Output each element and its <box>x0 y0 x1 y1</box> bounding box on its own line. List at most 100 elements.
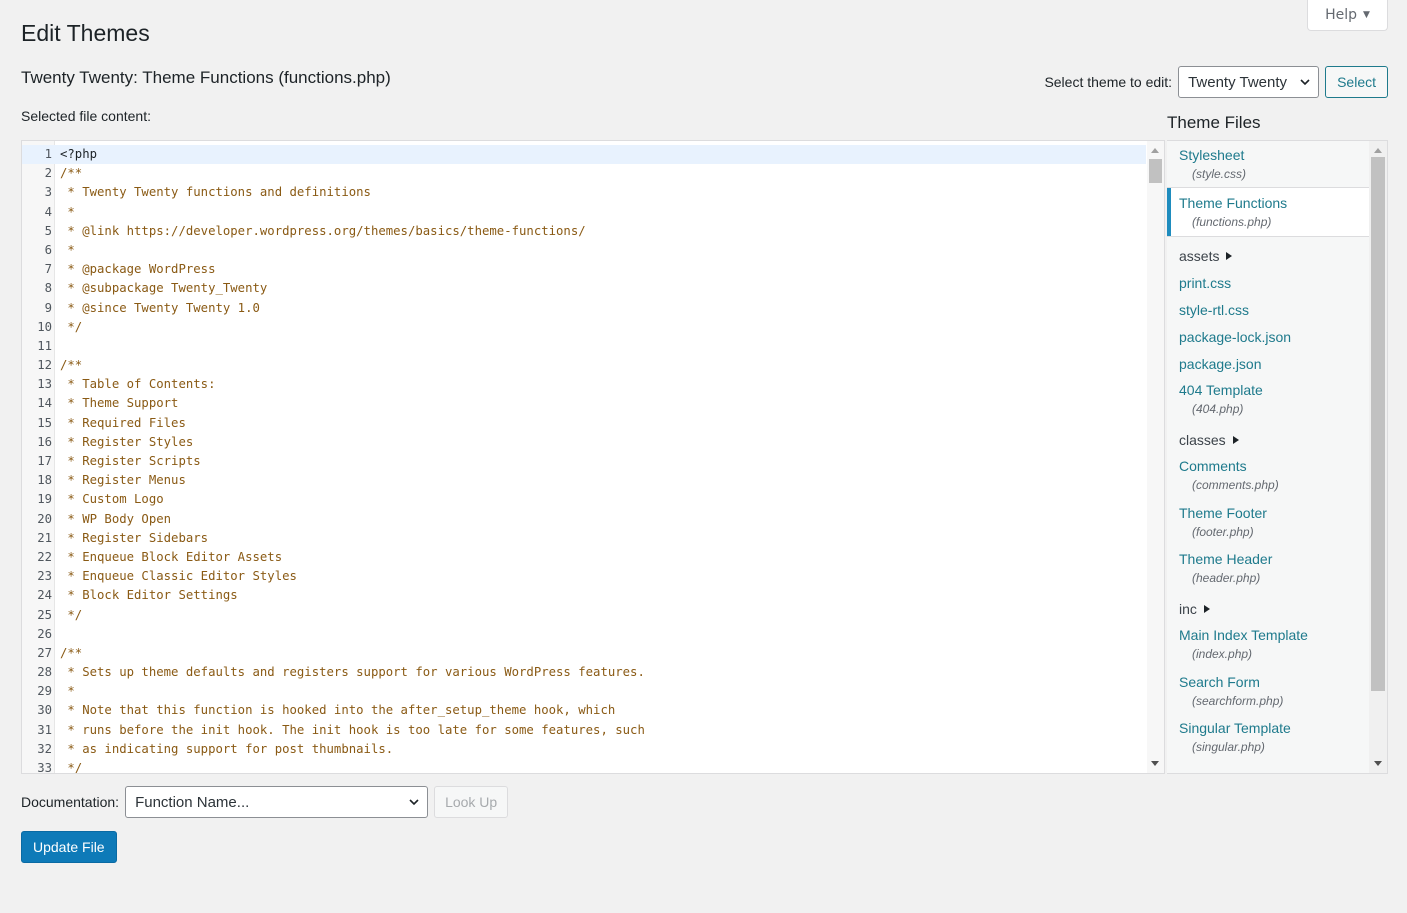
editor-scrollbar[interactable] <box>1147 141 1164 773</box>
file-print-css[interactable]: print.css <box>1167 275 1369 291</box>
code-line[interactable]: 4 * <box>22 203 1146 222</box>
expand-arrow-icon[interactable] <box>1203 605 1210 613</box>
folder-name: assets <box>1179 248 1369 264</box>
code-line[interactable]: 26 <box>22 625 1146 644</box>
file-package-lock-json[interactable]: package-lock.json <box>1167 329 1369 345</box>
file-label: Search Form <box>1179 674 1369 690</box>
code-line[interactable]: 30 * Note that this function is hooked i… <box>22 701 1146 720</box>
folder-classes[interactable]: classes <box>1167 432 1369 448</box>
code-line[interactable]: 32 * as indicating support for post thum… <box>22 740 1146 759</box>
item-name: print.css <box>1179 275 1232 291</box>
code-line[interactable]: 33 */ <box>22 759 1146 773</box>
code-text: * Register Styles <box>60 434 194 449</box>
file-label: style-rtl.css <box>1179 302 1369 318</box>
line-number: 27 <box>37 645 52 660</box>
code-line[interactable]: 21 * Register Sidebars <box>22 529 1146 548</box>
select-theme-button[interactable]: Select <box>1325 66 1388 98</box>
file-404-template[interactable]: 404 Template (404.php) <box>1167 382 1369 416</box>
code-line[interactable]: 31 * runs before the init hook. The init… <box>22 721 1146 740</box>
line-number: 30 <box>37 703 52 718</box>
line-number: 32 <box>37 741 52 756</box>
theme-select-label: Select theme to edit: <box>1044 74 1173 90</box>
code-line[interactable]: 23 * Enqueue Classic Editor Styles <box>22 567 1146 586</box>
scroll-down-arrow-icon[interactable] <box>1151 761 1159 766</box>
function-name-dropdown[interactable]: Function Name... <box>125 786 429 818</box>
code-text: /** <box>60 358 83 373</box>
code-line[interactable]: 20 * WP Body Open <box>22 510 1146 529</box>
code-text: * Block Editor Settings <box>60 588 238 603</box>
line-number: 9 <box>44 300 52 315</box>
file-title: Twenty Twenty: Theme Functions (function… <box>21 68 391 87</box>
code-line[interactable]: 1 <?php <box>22 145 1146 165</box>
code-line[interactable]: 16 * Register Styles <box>22 433 1146 452</box>
line-number: 5 <box>44 223 52 238</box>
chevron-down-icon <box>409 799 419 806</box>
folder-name: inc <box>1179 601 1369 617</box>
line-number: 18 <box>37 473 52 488</box>
code-text: * @subpackage Twenty_Twenty <box>60 281 268 296</box>
scroll-down-arrow-icon[interactable] <box>1374 761 1382 766</box>
code-text: * runs before the init hook. The init ho… <box>60 722 645 737</box>
file-label: 404 Template <box>1179 382 1369 398</box>
code-line[interactable]: 8 * @subpackage Twenty_Twenty <box>22 279 1146 298</box>
look-up-button[interactable]: Look Up <box>434 786 509 818</box>
code-line[interactable]: 24 * Block Editor Settings <box>22 586 1146 605</box>
code-line[interactable]: 13 * Table of Contents: <box>22 375 1146 394</box>
file-style-rtl-css[interactable]: style-rtl.css <box>1167 302 1369 318</box>
expand-arrow-icon[interactable] <box>1226 252 1233 260</box>
code-line[interactable]: 7 * @package WordPress <box>22 260 1146 279</box>
code-line[interactable]: 12 /** <box>22 356 1146 375</box>
file-main-index-template[interactable]: Main Index Template (index.php) <box>1167 627 1369 661</box>
code-line[interactable]: 27 /** <box>22 644 1146 663</box>
file-stylesheet[interactable]: Stylesheet (style.css) <box>1167 147 1369 181</box>
code-line[interactable]: 9 * @since Twenty Twenty 1.0 <box>22 299 1146 318</box>
editor-scrollbar-thumb[interactable] <box>1149 159 1162 183</box>
file-singular-template[interactable]: Singular Template (singular.php) <box>1167 720 1369 754</box>
item-name: Theme Footer <box>1179 505 1267 521</box>
file-label: Main Index Template <box>1179 627 1369 643</box>
line-number: 16 <box>37 434 52 449</box>
code-line[interactable]: 17 * Register Scripts <box>22 452 1146 471</box>
file-package-json[interactable]: package.json <box>1167 356 1369 372</box>
code-line[interactable]: 2 /** <box>22 164 1146 183</box>
line-number: 13 <box>37 377 52 392</box>
line-number: 7 <box>44 262 52 277</box>
folder-assets[interactable]: assets <box>1167 248 1369 264</box>
file-tree-scrollbar-thumb[interactable] <box>1371 157 1385 691</box>
file-comments[interactable]: Comments (comments.php) <box>1167 458 1369 492</box>
code-line[interactable]: 25 */ <box>22 606 1146 625</box>
code-lines[interactable]: 1 <?php 2 /** 3 * Twenty Twenty functions an… <box>22 145 1146 773</box>
update-file-button[interactable]: Update File <box>21 831 117 863</box>
code-line[interactable]: 11 <box>22 337 1146 356</box>
scroll-up-arrow-icon[interactable] <box>1374 148 1382 153</box>
scroll-up-arrow-icon[interactable] <box>1151 148 1159 153</box>
file-tree-scrollbar[interactable] <box>1369 141 1387 773</box>
code-line[interactable]: 19 * Custom Logo <box>22 490 1146 509</box>
file-theme-footer[interactable]: Theme Footer (footer.php) <box>1167 505 1369 539</box>
code-line[interactable]: 22 * Enqueue Block Editor Assets <box>22 548 1146 567</box>
file-theme-header[interactable]: Theme Header (header.php) <box>1167 551 1369 585</box>
code-line[interactable]: 18 * Register Menus <box>22 471 1146 490</box>
item-name: Search Form <box>1179 674 1260 690</box>
line-number: 14 <box>37 396 52 411</box>
code-editor[interactable]: 1 <?php 2 /** 3 * Twenty Twenty functions an… <box>21 140 1165 774</box>
help-tab-button[interactable]: Help ▼ <box>1307 0 1388 31</box>
code-line[interactable]: 10 */ <box>22 318 1146 337</box>
expand-arrow-icon[interactable] <box>1232 436 1239 444</box>
caret-down-icon: ▼ <box>1363 10 1370 20</box>
code-line[interactable]: 3 * Twenty Twenty functions and definiti… <box>22 183 1146 202</box>
folder-inc[interactable]: inc <box>1167 601 1369 617</box>
function-name-placeholder: Function Name... <box>135 793 250 811</box>
code-line[interactable]: 29 * <box>22 682 1146 701</box>
line-number: 2 <box>44 166 52 181</box>
file-label: Singular Template <box>1179 720 1369 736</box>
code-line[interactable]: 5 * @link https://developer.wordpress.or… <box>22 222 1146 241</box>
code-line[interactable]: 15 * Required Files <box>22 414 1146 433</box>
code-line[interactable]: 28 * Sets up theme defaults and register… <box>22 663 1146 682</box>
file-theme-functions[interactable]: Theme Functions (functions.php) <box>1167 188 1369 236</box>
file-search-form[interactable]: Search Form (searchform.php) <box>1167 674 1369 708</box>
code-line[interactable]: 14 * Theme Support <box>22 394 1146 413</box>
file-label: package.json <box>1179 356 1369 372</box>
theme-select-dropdown[interactable]: Twenty Twenty <box>1178 66 1320 98</box>
code-line[interactable]: 6 * <box>22 241 1146 260</box>
